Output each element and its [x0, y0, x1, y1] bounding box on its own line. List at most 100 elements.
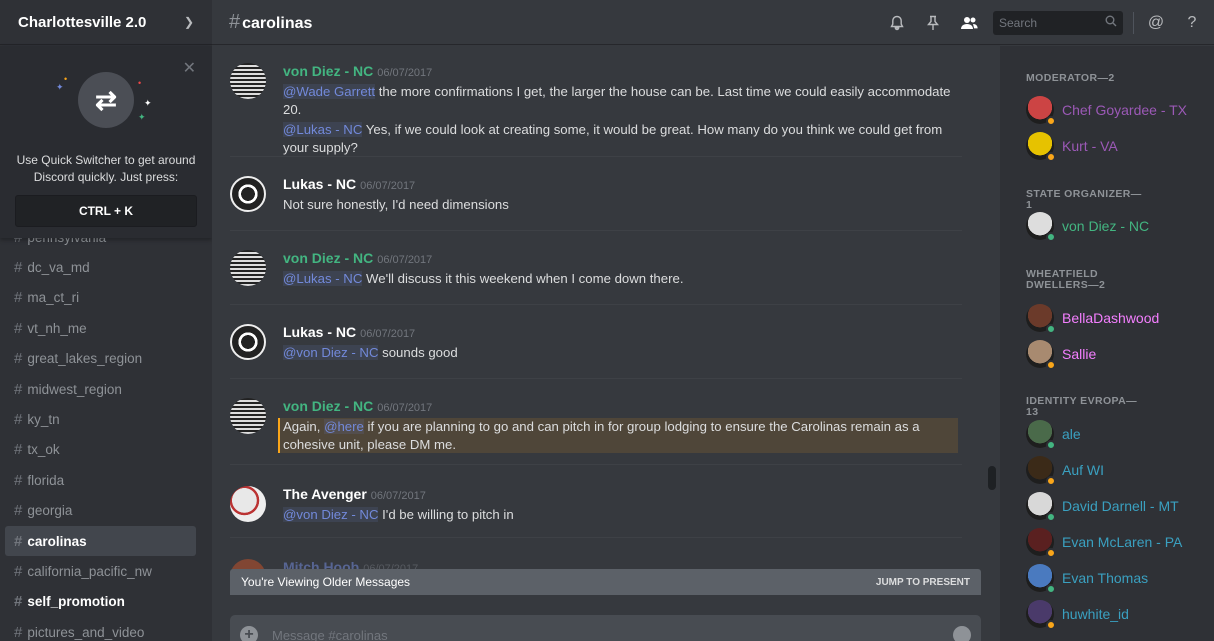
- message-author[interactable]: The Avenger: [283, 486, 367, 502]
- avatar[interactable]: [230, 486, 266, 522]
- hash-icon: #: [14, 623, 23, 641]
- channel-label: tx_ok: [27, 442, 60, 458]
- member-item[interactable]: von Diez - NC: [1026, 211, 1149, 242]
- member-name: Evan McLaren - PA: [1062, 534, 1183, 550]
- jump-to-present-button[interactable]: JUMP TO PRESENT: [876, 577, 970, 588]
- message-author[interactable]: Lukas - NC: [283, 176, 356, 192]
- message-body: Again, @here if you are planning to go a…: [278, 418, 958, 453]
- avatar: [1026, 456, 1056, 486]
- user-mention[interactable]: @Wade Garrett: [283, 84, 376, 99]
- message-scrollbar[interactable]: [988, 46, 996, 641]
- avatar: [1026, 132, 1056, 162]
- member-item[interactable]: Sallie: [1026, 339, 1097, 370]
- member-item[interactable]: huwhite_id: [1026, 599, 1129, 630]
- user-mention[interactable]: @Lukas - NC: [283, 122, 363, 137]
- message-body: @von Diez - NC I'd be willing to pitch i…: [283, 506, 963, 524]
- user-mention[interactable]: @here: [324, 419, 364, 434]
- avatar[interactable]: [230, 324, 266, 360]
- help-icon[interactable]: ?: [1182, 14, 1202, 32]
- member-item[interactable]: Chef Goyardee - TX: [1026, 95, 1187, 126]
- member-name: Sallie: [1062, 346, 1097, 362]
- user-mention[interactable]: @Lukas - NC: [283, 271, 363, 286]
- channel-item-self-promotion[interactable]: # self_promotion: [5, 587, 196, 617]
- hash-icon: #: [14, 471, 23, 489]
- message-text: Again, @here if you are planning to go a…: [283, 418, 958, 453]
- channel-item-dc-va-md[interactable]: # dc_va_md: [5, 252, 196, 282]
- member-item[interactable]: Evan McLaren - PA: [1026, 527, 1183, 558]
- message-input[interactable]: [272, 627, 953, 641]
- search-input[interactable]: Search: [993, 10, 1123, 35]
- bell-icon[interactable]: [887, 15, 907, 31]
- message-body: @Wade Garrett the more confirmations I g…: [283, 83, 963, 156]
- message-author[interactable]: von Diez - NC: [283, 63, 373, 79]
- member-name: ale: [1062, 426, 1081, 442]
- member-item[interactable]: BellaDashwood: [1026, 303, 1160, 334]
- member-item[interactable]: Kurt - VA: [1026, 131, 1118, 162]
- server-header[interactable]: Charlottesville 2.0 ❯: [0, 0, 212, 45]
- status-indicator: [1046, 152, 1056, 162]
- message-author[interactable]: Lukas - NC: [283, 324, 356, 340]
- role-header: IDENTITY EVROPA—13: [1026, 395, 1138, 418]
- member-name: BellaDashwood: [1062, 310, 1160, 326]
- channel-label: ky_tn: [27, 412, 60, 428]
- older-messages-bar: You're Viewing Older Messages JUMP TO PRE…: [230, 569, 981, 595]
- channel-label: midwest_region: [27, 381, 122, 397]
- scrollbar-thumb[interactable]: [988, 466, 996, 490]
- channel-label: pictures_and_video: [27, 624, 145, 640]
- channel-item-ky-tn[interactable]: # ky_tn: [5, 404, 196, 434]
- pin-icon[interactable]: [923, 15, 943, 31]
- member-item[interactable]: David Darnell - MT: [1026, 491, 1179, 522]
- channel-item-california-pacific-nw[interactable]: # california_pacific_nw: [5, 556, 196, 586]
- quick-switcher-popup: ✕ ✦ • • ✦ ✦ ⇄ Use Quick Switcher to get …: [0, 46, 212, 238]
- channel-item-florida[interactable]: # florida: [5, 465, 196, 495]
- avatar[interactable]: [230, 250, 266, 286]
- channel-list: #pennsylvania#dc_va_md#ma_ct_ri#vt_nh_me…: [0, 222, 212, 641]
- message-text: @Wade Garrett the more confirmations I g…: [283, 83, 963, 118]
- message-divider: [230, 464, 962, 465]
- channel-item-pictures-and-video[interactable]: # pictures_and_video: [5, 617, 196, 641]
- channel-label: florida: [27, 472, 65, 488]
- text-segment: We'll discuss it this weekend when I com…: [362, 271, 684, 286]
- user-mention[interactable]: @von Diez - NC: [283, 507, 379, 522]
- message-timestamp: 06/07/2017: [377, 254, 433, 266]
- channel-item-ma-ct-ri[interactable]: # ma_ct_ri: [5, 283, 196, 313]
- close-icon[interactable]: ✕: [183, 58, 196, 78]
- role-header: STATE ORGANIZER—1: [1026, 188, 1142, 211]
- hash-icon: #: [14, 562, 23, 580]
- chevron-down-icon[interactable]: ❯: [184, 15, 194, 29]
- avatar[interactable]: [230, 63, 266, 99]
- members-icon[interactable]: [959, 15, 979, 31]
- add-attachment-icon[interactable]: +: [240, 626, 258, 641]
- channel-item-midwest-region[interactable]: # midwest_region: [5, 374, 196, 404]
- message-text: @Lukas - NC Yes, if we could look at cre…: [283, 121, 963, 156]
- channel-item-carolinas[interactable]: # carolinas: [5, 525, 196, 557]
- channel-label: dc_va_md: [27, 260, 90, 276]
- message-author[interactable]: von Diez - NC: [283, 398, 373, 414]
- channel-item-tx-ok[interactable]: # tx_ok: [5, 435, 196, 465]
- member-item[interactable]: Auf WI: [1026, 455, 1105, 486]
- mention-icon[interactable]: @: [1146, 14, 1166, 32]
- status-indicator: [1046, 440, 1056, 450]
- status-indicator: [1046, 360, 1056, 370]
- member-item[interactable]: Evan Thomas: [1026, 563, 1148, 594]
- message-header: The Avenger 06/07/2017: [283, 486, 426, 504]
- status-indicator: [1046, 512, 1056, 522]
- header-toolbar: Search @ ?: [879, 0, 1214, 45]
- text-segment: if you are planning to go and can pitch …: [283, 419, 920, 452]
- channel-item-vt-nh-me[interactable]: # vt_nh_me: [5, 313, 196, 343]
- channel-item-great-lakes-region[interactable]: # great_lakes_region: [5, 344, 196, 374]
- avatar: [1026, 492, 1056, 522]
- channel-item-georgia[interactable]: # georgia: [5, 496, 196, 526]
- avatar[interactable]: [230, 398, 266, 434]
- message-text: Not sure honestly, I'd need dimensions: [283, 196, 963, 214]
- hash-icon: #: [14, 289, 23, 307]
- member-item[interactable]: ale: [1026, 419, 1081, 450]
- message-author[interactable]: von Diez - NC: [283, 250, 373, 266]
- emoji-icon[interactable]: [953, 626, 971, 641]
- channel-label: vt_nh_me: [27, 320, 87, 336]
- member-name: Auf WI: [1062, 462, 1105, 478]
- status-indicator: [1046, 232, 1056, 242]
- user-mention[interactable]: @von Diez - NC: [283, 345, 379, 360]
- avatar[interactable]: [230, 176, 266, 212]
- hash-icon: #: [14, 350, 23, 368]
